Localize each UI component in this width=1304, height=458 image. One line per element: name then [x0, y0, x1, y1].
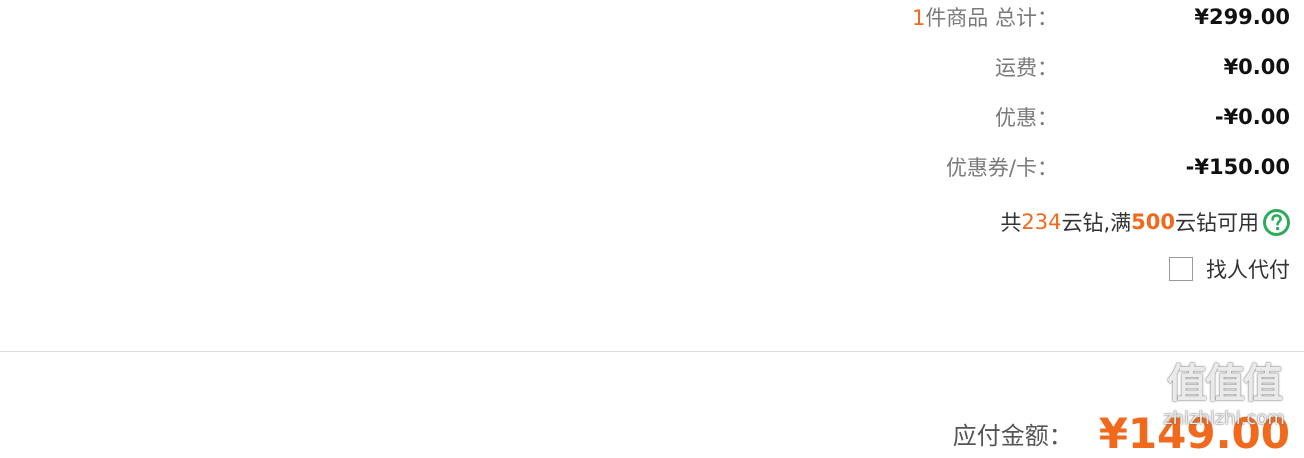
total-payable-row: 应付金额： ¥149.00 — [953, 395, 1290, 455]
items-label: 件商品 总计： — [925, 6, 1058, 30]
pay-for-me-checkbox[interactable] — [1169, 257, 1193, 281]
coupon-label: 优惠券/卡： — [945, 156, 1058, 180]
summary-shipping-row: 运费： ¥0.00 — [798, 50, 1290, 84]
items-count: 1 — [911, 6, 926, 30]
discount-value: -¥0.00 — [1214, 105, 1290, 129]
coupon-value: -¥150.00 — [1185, 155, 1290, 179]
summary-coupon-row: 优惠券/卡： -¥150.00 — [798, 150, 1290, 184]
shipping-value: ¥0.00 — [1223, 55, 1290, 79]
coins-prefix: 共 — [1000, 211, 1022, 235]
items-total-value: ¥299.00 — [1194, 5, 1290, 29]
discount-label: 优惠： — [995, 106, 1058, 130]
coins-count: 234 — [1021, 210, 1062, 234]
pay-for-me-option[interactable]: 找人代付 — [1169, 252, 1290, 286]
total-payable-label: 应付金额： — [952, 422, 1073, 450]
total-payable-amount: ¥149.00 — [1098, 409, 1290, 458]
coins-suffix: 云钻可用 — [1175, 211, 1259, 235]
items-total-label: 1件商品 总计： — [798, 2, 1058, 32]
coins-row: 共 234 云钻,满 500 云钻可用 — [1000, 204, 1290, 240]
question-circle-icon[interactable] — [1263, 208, 1290, 236]
summary-items-row: 1件商品 总计： ¥299.00 — [798, 0, 1290, 34]
divider — [0, 351, 1304, 352]
pay-for-me-label: 找人代付 — [1206, 258, 1290, 282]
summary-discount-row: 优惠： -¥0.00 — [798, 100, 1290, 134]
coins-threshold: 500 — [1131, 210, 1175, 234]
shipping-label: 运费： — [995, 56, 1058, 80]
coins-middle: 云钻,满 — [1061, 211, 1132, 235]
